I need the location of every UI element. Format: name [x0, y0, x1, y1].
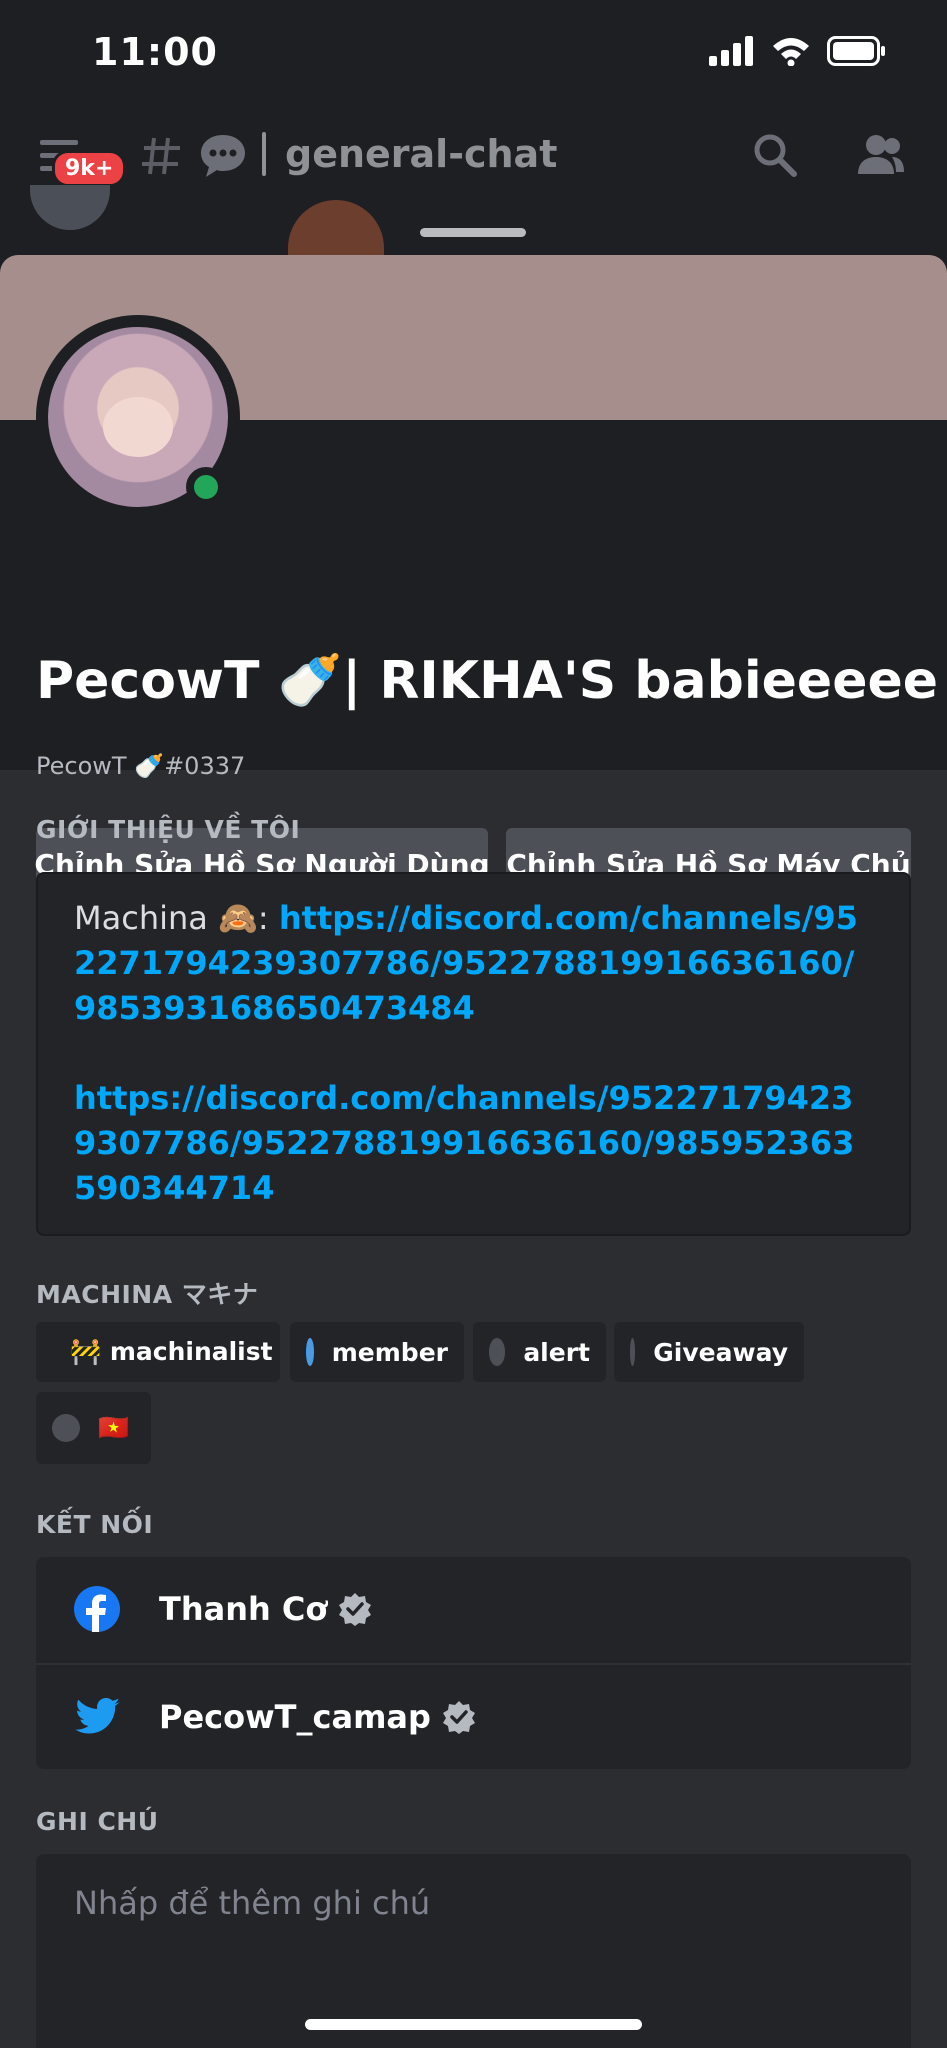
about-me-box: Machina 🙈: https://discord.com/channels/…	[36, 872, 911, 1236]
role-label: 🇻🇳	[98, 1413, 130, 1442]
battery-icon	[827, 36, 885, 66]
server-roles-heading: MACHINA マキナ	[36, 1280, 259, 1309]
role-chip[interactable]: alert	[473, 1322, 606, 1382]
connections-heading: KẾT NỐI	[36, 1510, 154, 1539]
sheet-drag-handle[interactable]	[420, 228, 526, 237]
role-chip[interactable]: member	[290, 1322, 464, 1382]
channel-header: 9k+ general-chat	[0, 110, 947, 205]
home-indicator[interactable]	[305, 2019, 642, 2030]
role-color-dot	[630, 1338, 636, 1366]
role-color-dot	[306, 1338, 314, 1366]
display-name: PecowT 🍼| RIKHA'S babieeeee	[36, 651, 939, 711]
verified-icon	[339, 1593, 372, 1626]
online-status-indicator	[186, 467, 226, 507]
about-prefix: Machina 🙈:	[74, 899, 279, 937]
note-heading: GHI CHÚ	[36, 1807, 159, 1836]
role-label: Giveaway	[653, 1337, 788, 1367]
header-divider	[262, 132, 266, 176]
role-label: alert	[523, 1337, 590, 1367]
unread-badge: 9k+	[52, 150, 127, 187]
background-avatar	[30, 185, 110, 230]
connection-name: PecowT_camap	[159, 1698, 431, 1736]
connections-list: Thanh Cơ PecowT_camap	[36, 1557, 911, 1769]
twitter-icon	[75, 1698, 120, 1734]
role-label: member	[331, 1337, 448, 1367]
role-chip[interactable]: Giveaway	[614, 1322, 804, 1382]
status-icons	[709, 36, 887, 66]
verified-icon	[442, 1701, 475, 1734]
note-placeholder: Nhấp để thêm ghi chú	[74, 1884, 431, 1922]
background-avatar	[288, 200, 384, 260]
clock: 11:00	[92, 30, 218, 74]
search-icon[interactable]	[752, 132, 798, 178]
role-color-dot	[52, 1414, 80, 1442]
wifi-icon	[773, 38, 809, 66]
connection-facebook[interactable]: Thanh Cơ	[36, 1557, 911, 1661]
role-chip[interactable]: 🚧 machinalist	[36, 1322, 280, 1382]
facebook-icon	[74, 1586, 120, 1632]
role-color-dot	[489, 1338, 506, 1366]
role-label: 🚧 machinalist	[70, 1337, 273, 1366]
channel-name[interactable]: general-chat	[285, 132, 557, 176]
avatar[interactable]	[36, 315, 240, 519]
channel-link[interactable]: https://discord.com/channels/95227179423…	[74, 1079, 854, 1207]
user-tag: PecowT 🍼#0337	[36, 752, 246, 780]
thread-hash-icon	[142, 137, 180, 175]
role-chip[interactable]: 🇻🇳	[36, 1392, 151, 1464]
cellular-signal-icon	[709, 36, 753, 66]
status-bar: 11:00	[0, 0, 947, 110]
members-icon[interactable]	[856, 132, 906, 178]
about-me-heading: GIỚI THIỆU VỀ TÔI	[36, 815, 301, 844]
user-profile-sheet: PecowT 🍼| RIKHA'S babieeeee PecowT 🍼#033…	[0, 255, 947, 2048]
chat-bubble-icon	[201, 135, 245, 177]
connection-name: Thanh Cơ	[159, 1590, 328, 1628]
connection-twitter[interactable]: PecowT_camap	[36, 1665, 911, 1769]
